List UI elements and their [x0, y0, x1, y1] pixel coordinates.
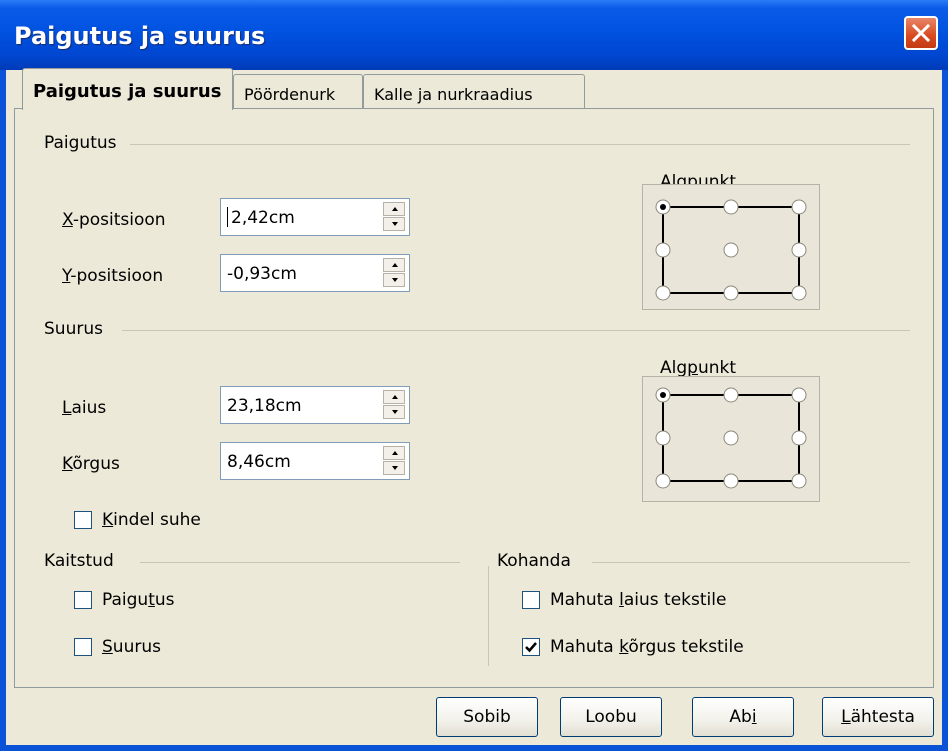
y-position-value: -0,93cm	[227, 264, 297, 284]
tab-label: Kalle ja nurkraadius	[374, 85, 533, 104]
height-up-button[interactable]	[383, 446, 405, 460]
width-down-button[interactable]	[383, 405, 405, 419]
tab-label: Paigutus ja suurus	[33, 81, 222, 102]
checkmark-icon	[525, 642, 537, 653]
section-divider	[140, 562, 460, 563]
height-spinner[interactable]	[383, 446, 405, 476]
section-divider	[130, 144, 910, 145]
height-down-button[interactable]	[383, 461, 405, 475]
x-position-down-button[interactable]	[383, 217, 405, 231]
arrow-down-icon	[392, 466, 398, 470]
width-label: Laius	[62, 398, 107, 418]
fit-height-checkbox[interactable]	[522, 638, 540, 656]
width-spinner[interactable]	[383, 390, 405, 420]
x-position-value: 2,42cm	[231, 208, 295, 228]
section-divider	[592, 562, 910, 563]
arrow-up-icon	[392, 207, 398, 211]
arrow-up-icon	[392, 451, 398, 455]
protect-size-checkbox[interactable]	[74, 638, 92, 656]
size-base-point-label: Algpunkt	[660, 358, 737, 378]
x-position-spinner[interactable]	[383, 202, 405, 232]
adapt-section-title: Kohanda	[497, 551, 581, 571]
height-field[interactable]: 8,46cm	[220, 442, 410, 480]
size-base-point-selector[interactable]	[642, 376, 820, 502]
fit-width-label[interactable]: Mahuta laius tekstile	[550, 590, 726, 610]
protect-position-label[interactable]: Paigutus	[102, 590, 175, 610]
keep-ratio-label[interactable]: Kindel suhe	[102, 510, 201, 530]
help-button[interactable]: Abi	[692, 697, 794, 737]
size-section-title: Suurus	[44, 319, 113, 339]
reset-button[interactable]: Lähtesta	[822, 697, 934, 737]
fit-width-checkbox[interactable]	[522, 591, 540, 609]
y-position-label: Y-positsioon	[62, 266, 164, 286]
cancel-button[interactable]: Loobu	[560, 697, 662, 737]
arrow-down-icon	[392, 222, 398, 226]
x-position-label: X-positsioon	[62, 210, 166, 230]
protect-section-title: Kaitstud	[44, 551, 124, 571]
close-button[interactable]	[904, 16, 938, 50]
vertical-divider	[488, 566, 489, 666]
width-field[interactable]: 23,18cm	[220, 386, 410, 424]
height-label: Kõrgus	[62, 454, 120, 474]
title-bar[interactable]: Paigutus ja suurus	[0, 0, 948, 70]
base-point-grid	[655, 387, 807, 489]
y-position-spinner[interactable]	[383, 258, 405, 288]
tab-position-and-size[interactable]: Paigutus ja suurus	[22, 68, 233, 110]
x-position-up-button[interactable]	[383, 202, 405, 216]
position-base-point-selector[interactable]	[642, 184, 820, 310]
fit-height-label[interactable]: Mahuta kõrgus tekstile	[550, 637, 744, 657]
protect-position-checkbox[interactable]	[74, 591, 92, 609]
protect-size-label[interactable]: Suurus	[102, 637, 161, 657]
y-position-down-button[interactable]	[383, 273, 405, 287]
y-position-up-button[interactable]	[383, 258, 405, 272]
section-divider	[122, 330, 910, 331]
text-caret	[227, 207, 228, 227]
tab-rotation[interactable]: Pöördenurk	[233, 74, 363, 108]
ok-button[interactable]: Sobib	[436, 697, 538, 737]
tab-label: Pöördenurk	[244, 85, 336, 104]
x-position-field[interactable]: 2,42cm	[220, 198, 410, 236]
position-section-title: Paigutus	[44, 133, 127, 153]
height-value: 8,46cm	[227, 452, 291, 472]
width-up-button[interactable]	[383, 390, 405, 404]
base-point-grid	[655, 199, 807, 301]
y-position-field[interactable]: -0,93cm	[220, 254, 410, 292]
arrow-down-icon	[392, 410, 398, 414]
width-value: 23,18cm	[227, 396, 302, 416]
window-title: Paigutus ja suurus	[14, 22, 266, 50]
arrow-down-icon	[392, 278, 398, 282]
tab-slant-corner-radius[interactable]: Kalle ja nurkraadius	[363, 74, 585, 108]
arrow-up-icon	[392, 263, 398, 267]
close-icon	[911, 23, 931, 43]
arrow-up-icon	[392, 395, 398, 399]
keep-ratio-checkbox[interactable]	[74, 511, 92, 529]
